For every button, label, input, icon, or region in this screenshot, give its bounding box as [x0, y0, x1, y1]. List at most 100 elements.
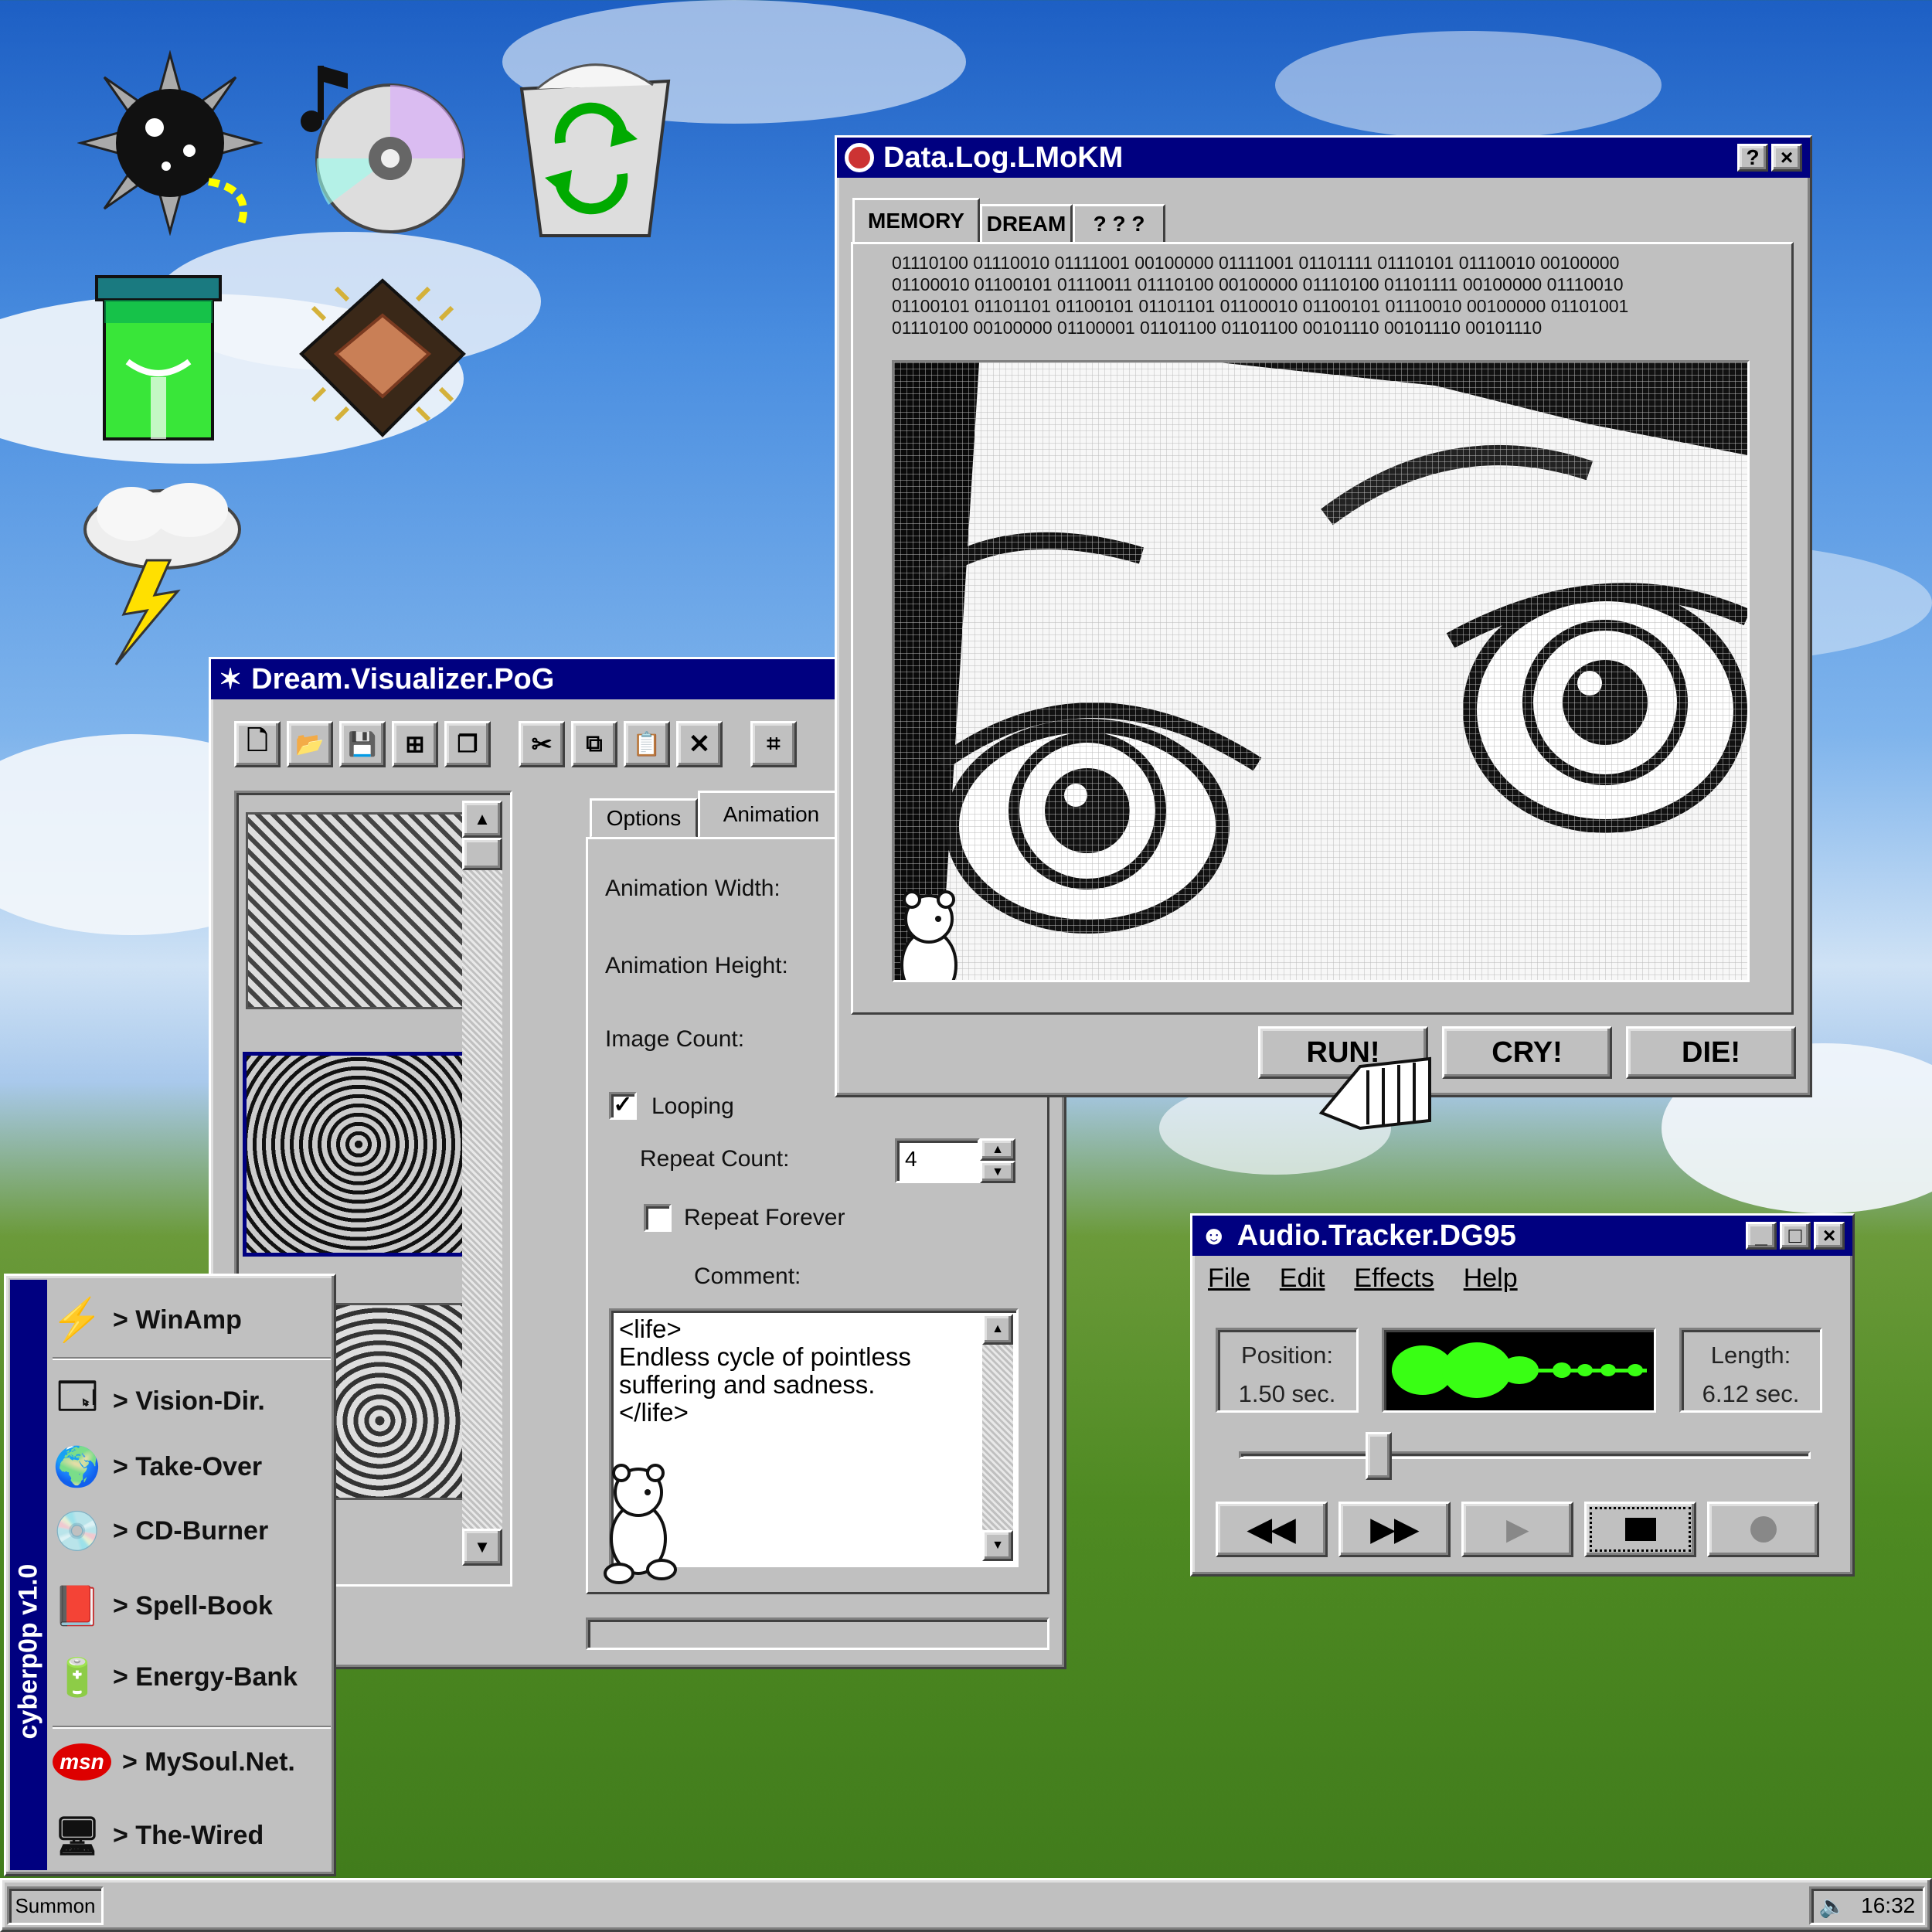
storm-cloud-icon[interactable] [73, 471, 251, 672]
taskbar: Summon 🔈 16:32 [0, 1878, 1932, 1932]
record-icon[interactable] [1707, 1502, 1819, 1557]
help-button[interactable]: ? [1737, 144, 1768, 172]
data-log-title: Data.Log.LMoKM [883, 141, 1124, 174]
audio-menubar: File Edit Effects Help [1208, 1264, 1518, 1294]
audio-close-icon[interactable]: × [1814, 1222, 1845, 1250]
fast-forward-icon[interactable]: ▶▶ [1338, 1502, 1451, 1557]
menu-item-vision[interactable]: 🗔 > Vision-Dir. [53, 1376, 265, 1426]
menu-item-spellbook[interactable]: 📕 > Spell-Book [53, 1581, 273, 1631]
copy-icon[interactable]: ⧉ [571, 721, 617, 767]
music-cd-icon[interactable] [278, 46, 471, 240]
data-log-titlebar[interactable]: Data.Log.LMoKM ? × [837, 138, 1810, 178]
start-button[interactable]: Summon [7, 1886, 104, 1925]
menu-file[interactable]: File [1208, 1264, 1250, 1294]
spiked-mine-icon[interactable] [70, 46, 270, 240]
comment-scroll-down-icon[interactable]: ▼ [982, 1530, 1013, 1561]
menu-item-winamp-label: > WinAmp [113, 1304, 242, 1335]
menu-item-takeover-label: > Take-Over [113, 1451, 263, 1481]
new-file-icon[interactable]: 🗋 [234, 721, 281, 767]
tab-memory[interactable]: MEMORY [852, 198, 980, 244]
menu-help[interactable]: Help [1464, 1264, 1518, 1294]
maximize-icon[interactable]: □ [1780, 1222, 1811, 1250]
menu-item-vision-label: > Vision-Dir. [113, 1386, 265, 1416]
scroll-thumb[interactable] [462, 838, 502, 870]
seek-thumb[interactable] [1366, 1432, 1393, 1480]
close-icon[interactable]: × [1771, 144, 1802, 172]
add-page-icon[interactable]: ⊞ [392, 721, 438, 767]
rewind-icon[interactable]: ◀◀ [1216, 1502, 1328, 1557]
menu-item-takeover[interactable]: 🌍 > Take-Over [53, 1442, 262, 1492]
transport-controls: ◀◀ ▶▶ ▶ [1216, 1502, 1819, 1557]
lightning-icon: ⚡ [51, 1296, 104, 1343]
data-log-window[interactable]: Data.Log.LMoKM ? × MEMORY DREAM ? ? ? 01… [835, 135, 1812, 1097]
tab-dream-label: DREAM [986, 212, 1066, 236]
tab-dream[interactable]: DREAM [980, 204, 1073, 244]
position-value: 1.50 sec. [1238, 1380, 1336, 1407]
minimize-icon[interactable]: _ [1746, 1222, 1777, 1250]
repeat-up-icon[interactable]: ▲ [980, 1138, 1015, 1161]
comment-line-2: Endless cycle of pointless [619, 1342, 911, 1371]
stop-icon[interactable] [1584, 1502, 1696, 1557]
delete-icon[interactable]: ✕ [676, 721, 723, 767]
grid-icon[interactable]: ⌗ [750, 721, 797, 767]
menu-item-cdburner[interactable]: 💿 > CD-Burner [53, 1506, 268, 1556]
brand-label: cyberp0p v1.0 [13, 1563, 43, 1740]
visualizer-statusbar [586, 1617, 1049, 1650]
microchip-icon[interactable] [290, 270, 475, 444]
menu-item-cdburner-label: > CD-Burner [113, 1515, 269, 1546]
comment-scroll-up-icon[interactable]: ▲ [982, 1314, 1013, 1345]
save-disk-icon[interactable]: 💾 [339, 721, 386, 767]
cry-button[interactable]: CRY! [1442, 1026, 1612, 1079]
stack-icon[interactable]: ❐ [444, 721, 491, 767]
teddy-bear-icon [604, 1464, 677, 1584]
scroll-down-icon[interactable]: ▼ [462, 1529, 502, 1566]
menu-divider-1 [53, 1357, 331, 1360]
speaker-icon[interactable]: 🔈 [1819, 1893, 1846, 1919]
open-folder-icon[interactable]: 📂 [287, 721, 333, 767]
menu-item-winamp[interactable]: ⚡ > WinAmp [51, 1295, 242, 1345]
menu-edit[interactable]: Edit [1280, 1264, 1325, 1294]
scroll-up-icon[interactable]: ▲ [462, 801, 502, 838]
tab-animation[interactable]: Animation [698, 791, 845, 838]
comment-textarea[interactable]: <life> Endless cycle of pointless suffer… [604, 1308, 1019, 1584]
start-menu[interactable]: cyberp0p v1.0 ⚡ > WinAmp 🗔 > Vision-Dir. 🌍… [4, 1274, 336, 1876]
die-button[interactable]: DIE! [1626, 1026, 1796, 1079]
menu-item-mysoul[interactable]: msn > MySoul.Net. [53, 1743, 295, 1781]
repeat-down-icon[interactable]: ▼ [980, 1161, 1015, 1183]
play-icon[interactable]: ▶ [1461, 1502, 1573, 1557]
audio-tracker-window[interactable]: ☻ Audio.Tracker.DG95 _ □ × File Edit Eff… [1190, 1213, 1855, 1577]
menu-effects[interactable]: Effects [1354, 1264, 1434, 1294]
audio-titlebar[interactable]: ☻ Audio.Tracker.DG95 _ □ × [1192, 1216, 1852, 1256]
thumbnail-scrollbar[interactable]: ▲ ▼ [462, 801, 502, 1566]
repeat-forever-label: Repeat Forever [684, 1205, 845, 1230]
tab-options[interactable]: Options [590, 798, 698, 838]
green-jar-icon[interactable] [77, 267, 240, 448]
globe-icon: 🌍 [53, 1444, 102, 1488]
comment-scrollbar[interactable]: ▲ ▼ [982, 1314, 1013, 1561]
binary-line-2: 01100010 01100101 01110011 01110100 0010… [892, 274, 1624, 294]
tab-unknown[interactable]: ? ? ? [1073, 204, 1165, 244]
toolbar-spacer-2 [729, 721, 744, 767]
spell-book-icon: 📕 [53, 1583, 102, 1628]
tab-unknown-label: ? ? ? [1093, 212, 1145, 236]
recycle-bin-icon[interactable] [502, 54, 688, 247]
length-value: 6.12 sec. [1702, 1380, 1800, 1407]
menu-item-thewired-label: > The-Wired [113, 1820, 264, 1850]
tab-animation-label: Animation [723, 802, 820, 826]
start-button-label: Summon [15, 1893, 96, 1917]
image-count-label: Image Count: [605, 1026, 745, 1052]
thumbnail-2-selected[interactable] [243, 1052, 474, 1257]
paste-icon[interactable]: 📋 [624, 721, 670, 767]
menu-item-thewired[interactable]: 🖥 > The-Wired [53, 1811, 264, 1860]
cut-icon[interactable]: ✂ [519, 721, 565, 767]
seek-track[interactable] [1239, 1451, 1811, 1459]
looping-checkbox[interactable]: ✓ [609, 1092, 637, 1120]
repeat-count-input[interactable]: 4 [895, 1138, 980, 1183]
thumbnail-1[interactable] [246, 812, 470, 1009]
comment-line-3: suffering and sadness. [619, 1370, 876, 1399]
repeat-forever-checkbox[interactable] [644, 1204, 672, 1232]
position-display: Position: 1.50 sec. [1216, 1328, 1359, 1413]
tab-options-label: Options [606, 806, 682, 830]
menu-item-energybank[interactable]: 🔋 > Energy-Bank [53, 1652, 298, 1702]
visualizer-toolbar: 🗋 📂 💾 ⊞ ❐ ✂ ⧉ 📋 ✕ ⌗ [234, 721, 797, 767]
